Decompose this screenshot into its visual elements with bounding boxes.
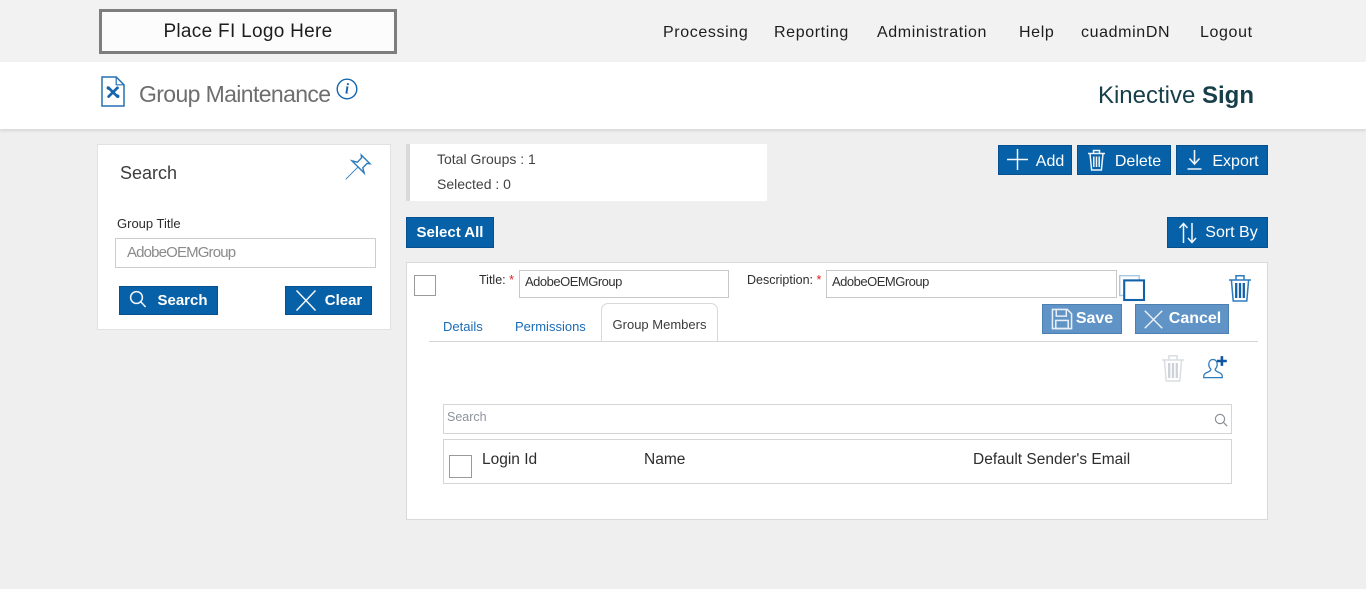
svg-text:i: i [345, 82, 349, 98]
